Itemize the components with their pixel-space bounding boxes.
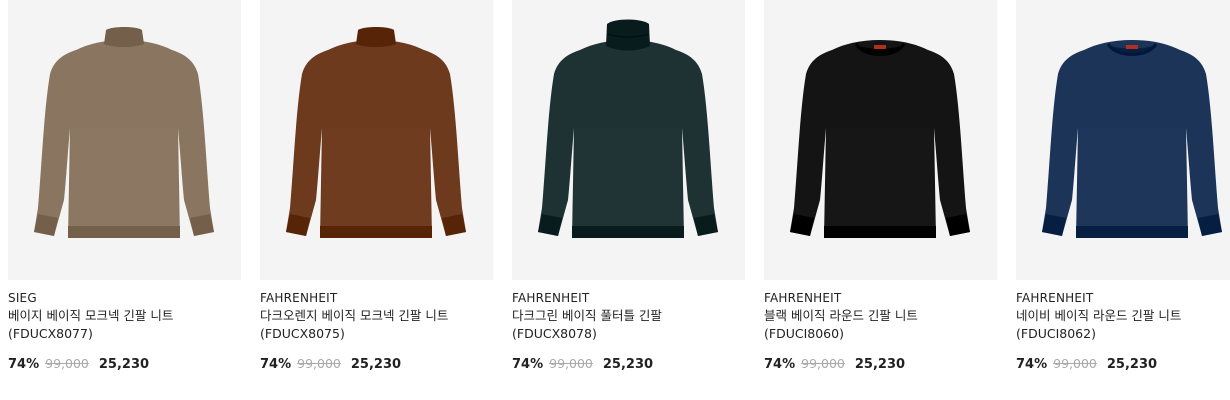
brand-tag (1126, 45, 1138, 49)
product-name[interactable]: 블랙 베이직 라운드 긴팔 니트 (FDUCI8060) (764, 307, 992, 343)
left-cuff (286, 214, 310, 236)
right-cuff (946, 214, 970, 236)
sweater-image (34, 27, 214, 238)
left-cuff (34, 214, 58, 236)
hem (320, 226, 432, 238)
product-name[interactable]: 다크그린 베이직 풀터틀 긴팔 (FDUCX8078) (512, 307, 740, 343)
hem (824, 226, 936, 238)
product-name[interactable]: 베이지 베이직 모크넥 긴팔 니트 (FDUCX8077) (8, 307, 236, 343)
product-image[interactable] (260, 0, 493, 280)
original-price: 99,000 (297, 356, 341, 371)
product-info: SIEG 베이지 베이직 모크넥 긴팔 니트 (FDUCX8077) (8, 290, 236, 343)
discount-rate: 74% (512, 357, 544, 372)
discount-rate: 74% (764, 357, 796, 372)
original-price: 99,000 (801, 356, 845, 371)
right-cuff (694, 214, 718, 236)
sweater-image (286, 27, 466, 238)
product-info: FAHRENHEIT 다크그린 베이직 풀터틀 긴팔 (FDUCX8078) (512, 290, 740, 343)
original-price: 99,000 (45, 356, 89, 371)
discount-rate: 74% (1016, 357, 1048, 372)
product-brand[interactable]: FAHRENHEIT (764, 290, 992, 306)
product-brand[interactable]: FAHRENHEIT (512, 290, 740, 306)
price-row: 74% 99,000 25,230 (764, 355, 905, 374)
product-grid: SIEG 베이지 베이직 모크넥 긴팔 니트 (FDUCX8077) 74% 99… (0, 0, 1230, 400)
product-brand[interactable]: FAHRENHEIT (260, 290, 488, 306)
product-image[interactable] (764, 0, 997, 280)
price-row: 74% 99,000 25,230 (8, 355, 149, 374)
brand-tag (874, 45, 886, 49)
hem (1076, 226, 1188, 238)
product-name[interactable]: 네이비 베이직 라운드 긴팔 니트 (FDUCI8062) (1016, 307, 1230, 343)
sale-price: 25,230 (602, 357, 654, 372)
product-info: FAHRENHEIT 다크오렌지 베이직 모크넥 긴팔 니트 (FDUCX807… (260, 290, 488, 343)
hem (572, 226, 684, 238)
original-price: 99,000 (1053, 356, 1097, 371)
sale-price: 25,230 (854, 357, 906, 372)
product-name[interactable]: 다크오렌지 베이직 모크넥 긴팔 니트 (FDUCX8075) (260, 307, 488, 343)
discount-rate: 74% (260, 357, 292, 372)
sweater-image (1042, 40, 1222, 238)
left-cuff (538, 214, 562, 236)
product-info: FAHRENHEIT 네이비 베이직 라운드 긴팔 니트 (FDUCI8062) (1016, 290, 1230, 343)
left-cuff (1042, 214, 1066, 236)
sale-price: 25,230 (1106, 357, 1158, 372)
right-cuff (1198, 214, 1222, 236)
product-brand[interactable]: SIEG (8, 290, 236, 306)
right-cuff (190, 214, 214, 236)
product-image[interactable] (512, 0, 745, 280)
sale-price: 25,230 (98, 357, 150, 372)
sweater-image (538, 19, 718, 238)
product-image[interactable] (1016, 0, 1230, 280)
product-info: FAHRENHEIT 블랙 베이직 라운드 긴팔 니트 (FDUCI8060) (764, 290, 992, 343)
price-row: 74% 99,000 25,230 (512, 355, 653, 374)
price-row: 74% 99,000 25,230 (1016, 355, 1157, 374)
collar (356, 27, 396, 47)
left-cuff (790, 214, 814, 236)
hem (68, 226, 180, 238)
collar (104, 27, 144, 47)
right-cuff (442, 214, 466, 236)
original-price: 99,000 (549, 356, 593, 371)
discount-rate: 74% (8, 357, 40, 372)
price-row: 74% 99,000 25,230 (260, 355, 401, 374)
product-brand[interactable]: FAHRENHEIT (1016, 290, 1230, 306)
sweater-image (790, 40, 970, 238)
product-image[interactable] (8, 0, 241, 280)
sale-price: 25,230 (350, 357, 402, 372)
